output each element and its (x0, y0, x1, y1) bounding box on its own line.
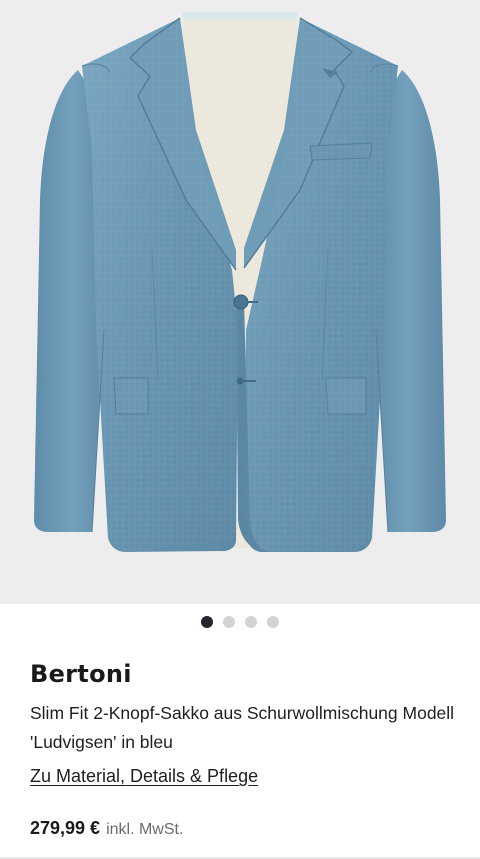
brand-name[interactable]: Bertoni (30, 660, 132, 688)
price-row: 279,99 € inkl. MwSt. (30, 818, 183, 839)
tax-note: inkl. MwSt. (106, 821, 184, 838)
product-image[interactable] (0, 0, 480, 604)
pagination-dot-4[interactable] (267, 616, 279, 628)
pagination-dot-3[interactable] (245, 616, 257, 628)
gallery-pagination (0, 616, 480, 628)
product-detail-page: Bertoni Slim Fit 2-Knopf-Sakko aus Schur… (0, 0, 480, 859)
pagination-dot-1[interactable] (201, 616, 213, 628)
product-image-gallery[interactable] (0, 0, 480, 604)
details-link[interactable]: Zu Material, Details & Pflege (30, 766, 258, 787)
product-price: 279,99 € (30, 818, 101, 838)
pagination-dot-2[interactable] (223, 616, 235, 628)
product-title: Slim Fit 2-Knopf-Sakko aus Schurwollmisc… (30, 703, 455, 752)
